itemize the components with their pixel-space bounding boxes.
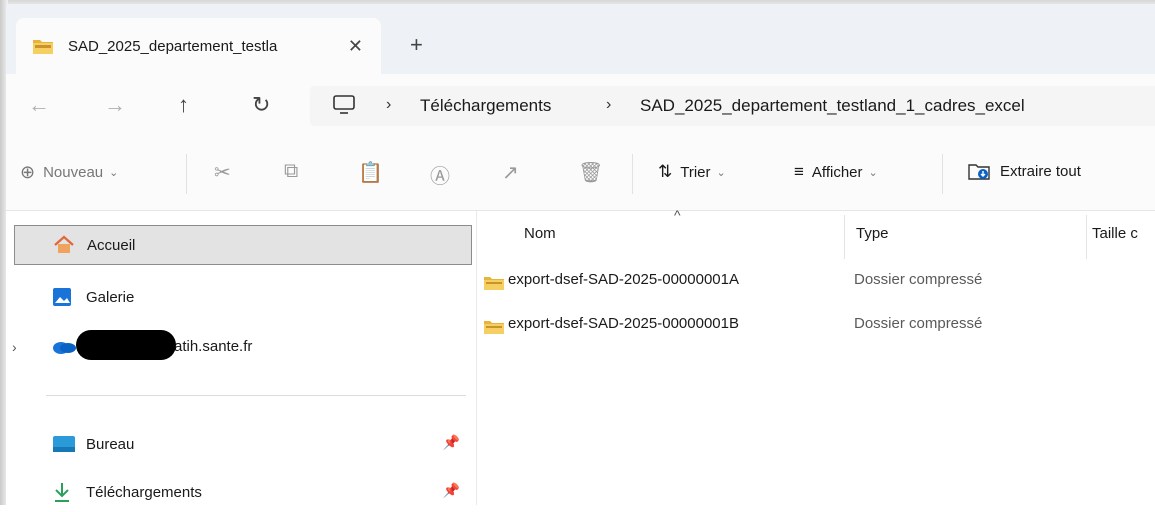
forward-icon[interactable]: → bbox=[104, 92, 126, 118]
file-row[interactable]: export-dsef-SAD-2025-00000001B Dossier c… bbox=[478, 307, 1155, 343]
file-row[interactable]: export-dsef-SAD-2025-00000001A Dossier c… bbox=[478, 263, 1155, 299]
this-pc-icon bbox=[333, 95, 355, 114]
breadcrumb-current-folder[interactable]: SAD_2025_departement_testland_1_cadres_e… bbox=[640, 96, 1025, 116]
extract-all-label: Extraire tout bbox=[1000, 162, 1081, 180]
home-icon bbox=[54, 235, 74, 253]
extract-folder-icon bbox=[968, 164, 990, 180]
toolbar-divider bbox=[186, 154, 187, 194]
sidebar-divider bbox=[46, 395, 466, 396]
sidebar-label: Bureau bbox=[86, 435, 135, 453]
view-button[interactable]: ≡ Afficher ⌄ bbox=[794, 162, 878, 182]
back-icon[interactable]: ← bbox=[28, 92, 50, 118]
extract-all-button[interactable]: Extraire tout bbox=[968, 162, 1081, 180]
file-name: export-dsef-SAD-2025-00000001A bbox=[508, 271, 739, 288]
rename-icon[interactable]: Ⓐ bbox=[430, 160, 450, 189]
chevron-down-icon: ⌄ bbox=[109, 167, 119, 179]
column-size[interactable]: Taille c bbox=[1092, 225, 1138, 242]
share-icon[interactable]: ↗ bbox=[502, 160, 519, 185]
toolbar-divider bbox=[632, 154, 633, 194]
file-type: Dossier compressé bbox=[854, 315, 983, 332]
sort-button[interactable]: ⇅ Trier ⌄ bbox=[658, 162, 726, 182]
sidebar-item-downloads[interactable]: Téléchargements 📌 bbox=[14, 472, 472, 512]
column-divider[interactable] bbox=[1086, 215, 1087, 259]
sidebar-item-gallery[interactable]: Galerie bbox=[14, 277, 472, 317]
download-icon bbox=[55, 483, 69, 502]
sidebar-label: atih.sante.fr bbox=[174, 337, 253, 355]
navigation-bar: ← → ↑ ↻ › Téléchargements › SAD_2025_dep… bbox=[6, 74, 1155, 140]
breadcrumb-separator: › bbox=[386, 96, 392, 113]
command-bar: ⊕ Nouveau ⌄ ✂ ⧉ 📋 Ⓐ ↗ 🗑 ⇅ Trier ⌄ ≡ Affi… bbox=[6, 140, 1155, 211]
close-tab-icon[interactable]: ✕ bbox=[348, 36, 363, 57]
chevron-down-icon: ⌄ bbox=[716, 166, 726, 179]
new-label: Nouveau bbox=[43, 164, 104, 181]
sidebar-label: Téléchargements bbox=[86, 483, 202, 501]
redaction-mark bbox=[76, 330, 176, 360]
file-explorer-window: SAD_2025_departement_testla ✕ + ← → ↑ ↻ … bbox=[6, 4, 1155, 505]
refresh-icon[interactable]: ↻ bbox=[252, 92, 270, 118]
delete-icon[interactable]: 🗑 bbox=[578, 160, 603, 185]
view-lines-icon: ≡ bbox=[794, 162, 804, 181]
sort-icon: ⇅ bbox=[658, 162, 673, 181]
desktop-icon bbox=[53, 436, 75, 452]
file-list: ^ Nom Type Taille c export-dsef-SAD-2025… bbox=[478, 207, 1155, 505]
toolbar-divider bbox=[942, 154, 943, 194]
file-type: Dossier compressé bbox=[854, 271, 983, 288]
breadcrumb-separator: › bbox=[606, 96, 612, 113]
zip-folder-icon bbox=[484, 277, 504, 290]
pin-icon[interactable]: 📌 bbox=[443, 482, 460, 499]
sort-label: Trier bbox=[680, 163, 711, 181]
file-name: export-dsef-SAD-2025-00000001B bbox=[508, 315, 739, 332]
column-name[interactable]: Nom bbox=[524, 225, 556, 242]
onedrive-icon bbox=[53, 342, 76, 354]
new-tab-button[interactable]: + bbox=[410, 32, 423, 58]
zip-folder-icon bbox=[484, 321, 504, 334]
gallery-icon bbox=[53, 288, 71, 306]
column-type[interactable]: Type bbox=[856, 225, 889, 242]
address-bar[interactable]: › Téléchargements › SAD_2025_departement… bbox=[310, 86, 1155, 126]
cut-icon[interactable]: ✂ bbox=[214, 160, 231, 185]
sidebar-item-desktop[interactable]: Bureau 📌 bbox=[14, 424, 472, 464]
plus-circle-icon: ⊕ bbox=[20, 162, 36, 182]
paste-icon[interactable]: 📋 bbox=[358, 160, 383, 185]
sidebar-label: Accueil bbox=[87, 236, 136, 254]
sort-ascending-icon: ^ bbox=[674, 207, 681, 223]
sidebar-label: Galerie bbox=[86, 288, 135, 306]
tab-title: SAD_2025_departement_testla bbox=[68, 37, 278, 55]
up-icon[interactable]: ↑ bbox=[178, 92, 189, 118]
copy-icon[interactable]: ⧉ bbox=[284, 160, 298, 183]
chevron-down-icon: ⌄ bbox=[868, 166, 878, 179]
zip-folder-icon bbox=[33, 40, 53, 54]
new-button[interactable]: ⊕ Nouveau ⌄ bbox=[20, 162, 118, 183]
tab-active[interactable]: SAD_2025_departement_testla ✕ bbox=[16, 18, 381, 74]
pin-icon[interactable]: 📌 bbox=[443, 434, 460, 451]
navigation-pane: Accueil Galerie › atih.sante.fr Bureau 📌… bbox=[6, 211, 477, 505]
view-label: Afficher bbox=[811, 163, 863, 181]
breadcrumb-downloads[interactable]: Téléchargements bbox=[420, 96, 551, 116]
column-divider[interactable] bbox=[844, 215, 845, 259]
sidebar-item-home[interactable]: Accueil bbox=[14, 225, 472, 265]
tab-strip: SAD_2025_departement_testla ✕ + bbox=[6, 4, 1155, 76]
